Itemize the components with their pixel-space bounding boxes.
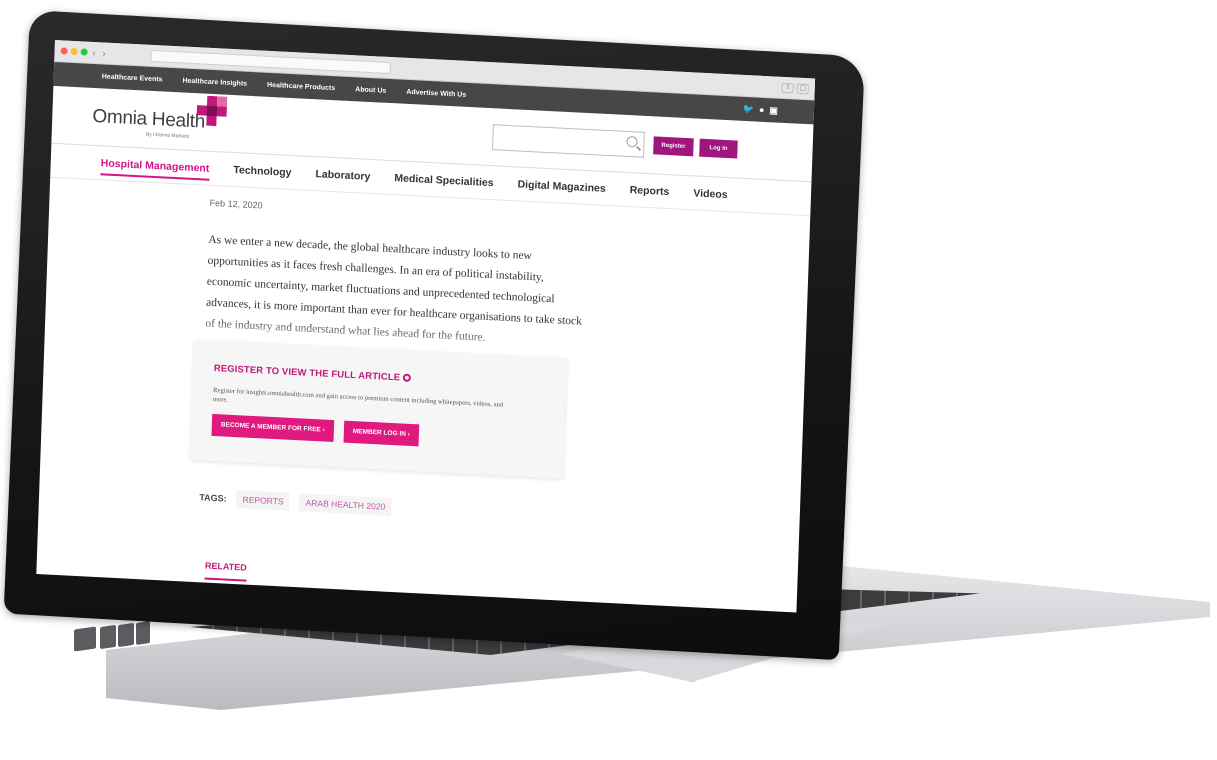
- share-icon[interactable]: ⇧: [781, 82, 794, 93]
- topnav-healthcare-products[interactable]: Healthcare Products: [267, 81, 335, 91]
- nav-digital-magazines[interactable]: Digital Magazines: [517, 178, 606, 194]
- topnav-about-us[interactable]: About Us: [355, 86, 386, 95]
- gate-title-text: REGISTER TO VIEW THE FULL ARTICLE: [213, 363, 401, 384]
- minimize-window-button[interactable]: [70, 47, 78, 56]
- logo-text: Omnia Health: [92, 105, 206, 133]
- browser-actions: ⇧ ▢: [781, 82, 809, 94]
- linkedin-icon[interactable]: ▣: [769, 105, 778, 116]
- gate-buttons: BECOME A MEMBER FOR FREE › MEMBER LOG IN…: [211, 413, 544, 453]
- tag-reports[interactable]: REPORTS: [236, 490, 290, 511]
- forward-button[interactable]: ›: [100, 48, 107, 58]
- login-button[interactable]: Log In: [699, 138, 738, 159]
- port: [136, 621, 150, 645]
- laptop-mockup: ‹ › ⇧ ▢ Healthcare Events Healthcare Ins…: [0, 0, 1217, 760]
- social-links: 🐦 ● ▣: [743, 103, 779, 116]
- nav-technology[interactable]: Technology: [233, 164, 292, 179]
- search-icon[interactable]: [626, 135, 638, 148]
- close-window-button[interactable]: [60, 47, 68, 55]
- twitter-icon[interactable]: 🐦: [743, 103, 755, 115]
- tags-row: TAGS: REPORTS ARAB HEALTH 2020: [199, 488, 800, 536]
- port: [100, 624, 116, 650]
- port: [118, 622, 134, 648]
- maximize-window-button[interactable]: [80, 48, 88, 56]
- tabs-icon[interactable]: ▢: [796, 83, 809, 94]
- tags-label: TAGS:: [199, 492, 227, 504]
- register-button[interactable]: Register: [653, 136, 694, 157]
- topnav-advertise-with-us[interactable]: Advertise With Us: [406, 88, 466, 98]
- member-login-button[interactable]: MEMBER LOG IN ›: [343, 420, 420, 447]
- back-button[interactable]: ‹: [90, 47, 97, 57]
- nav-reports[interactable]: Reports: [629, 184, 669, 198]
- omnia-cross-icon: [196, 95, 228, 127]
- registration-gate: REGISTER TO VIEW THE FULL ARTICLE Regist…: [190, 340, 567, 479]
- topnav-healthcare-insights[interactable]: Healthcare Insights: [182, 77, 247, 87]
- related-heading: RELATED: [204, 560, 247, 582]
- gate-title: REGISTER TO VIEW THE FULL ARTICLE: [214, 363, 546, 391]
- become-member-button[interactable]: BECOME A MEMBER FOR FREE ›: [211, 413, 335, 443]
- key-icon: [403, 373, 412, 382]
- site-logo[interactable]: Omnia Health By Informa Markets: [92, 95, 228, 141]
- topnav-healthcare-events[interactable]: Healthcare Events: [102, 73, 163, 83]
- nav-videos[interactable]: Videos: [693, 187, 728, 201]
- nav-laboratory[interactable]: Laboratory: [315, 168, 370, 183]
- search-input[interactable]: [491, 124, 645, 158]
- article-content: Feb 12, 2020 As we enter a new decade, t…: [36, 190, 809, 610]
- nav-medical-specialities[interactable]: Medical Specialities: [394, 172, 494, 189]
- laptop-screen: ‹ › ⇧ ▢ Healthcare Events Healthcare Ins…: [36, 40, 816, 613]
- tag-arab-health-2020[interactable]: ARAB HEALTH 2020: [299, 493, 392, 516]
- facebook-icon[interactable]: ●: [759, 104, 765, 115]
- nav-hospital-management[interactable]: Hospital Management: [100, 156, 210, 181]
- port: [74, 626, 96, 652]
- gate-description: Register for insights.omniahealth.com an…: [212, 386, 504, 409]
